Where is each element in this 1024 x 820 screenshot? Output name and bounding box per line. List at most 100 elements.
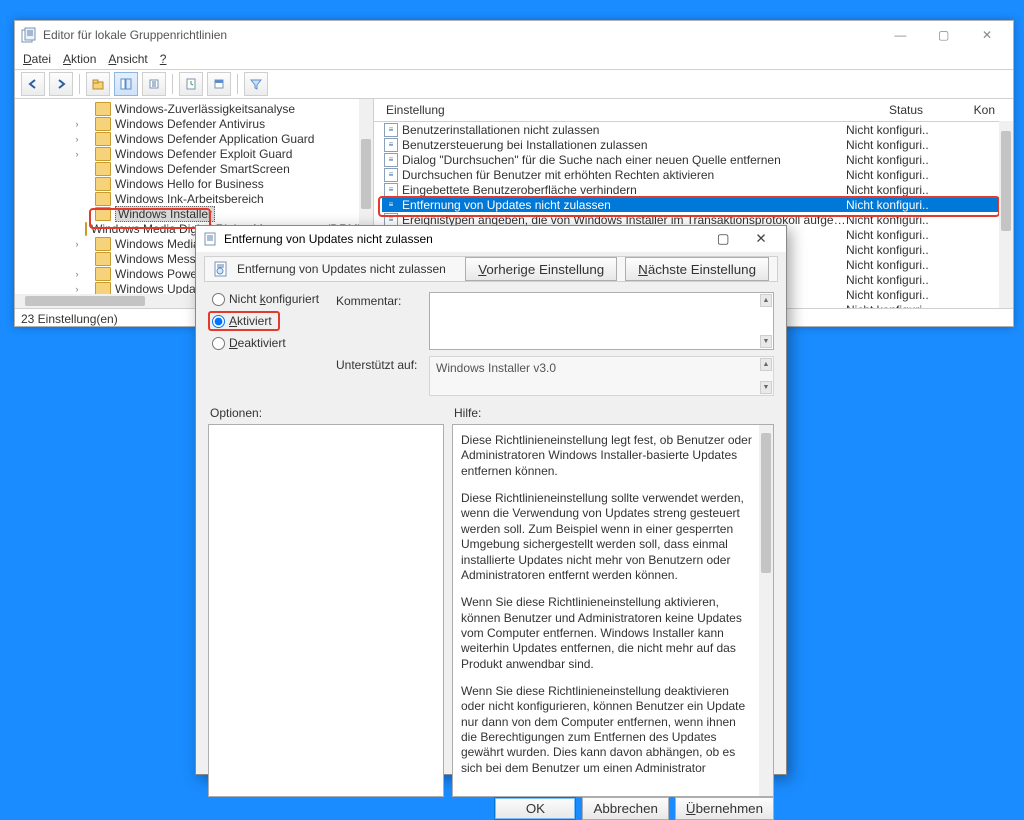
tree-item-label: Windows Defender Application Guard [115, 132, 314, 146]
supported-label: Unterstützt auf: [336, 356, 421, 372]
state-radio-group: Nicht konfiguriert Aktiviert Deaktiviert [208, 292, 322, 396]
list-row-text: Entfernung von Updates nicht zulassen [402, 198, 846, 212]
tree-item-label: Windows-Zuverlässigkeitsanalyse [115, 102, 295, 116]
radio-not-configured[interactable]: Nicht konfiguriert [212, 292, 322, 306]
help-label: Hilfe: [454, 406, 774, 420]
col-comment[interactable]: Kon [956, 103, 1013, 117]
supported-scroll[interactable]: ▲▼ [760, 358, 772, 394]
menu-action[interactable]: Aktion [63, 52, 96, 66]
folder-icon [95, 207, 111, 221]
list-row-status: Nicht konfiguri.. [846, 213, 946, 227]
comment-textarea[interactable]: ▲▼ [429, 292, 774, 350]
toolbar-properties-icon[interactable] [207, 72, 231, 96]
menubar[interactable]: Datei Aktion Ansicht ? [15, 49, 1013, 70]
dialog-titlebar[interactable]: Entfernung von Updates nicht zulassen ▢ … [196, 226, 786, 252]
list-row-text: Eingebettete Benutzeroberfläche verhinde… [402, 183, 846, 197]
list-header[interactable]: Einstellung Status Kon [374, 99, 1013, 122]
list-row[interactable]: ≡Entfernung von Updates nicht zulassenNi… [374, 197, 1013, 212]
ok-button[interactable]: OK [494, 797, 576, 820]
dialog-title: Entfernung von Updates nicht zulassen [224, 232, 433, 246]
help-text-box[interactable]: Diese Richtlinieneinstellung legt fest, … [452, 424, 774, 797]
next-setting-button[interactable]: Nächste Einstellung [625, 257, 769, 281]
dialog-close-button[interactable]: ✕ [742, 226, 780, 252]
dialog-button-row: OK Abbrechen Übernehmen [196, 797, 786, 820]
toolbar-refresh-icon[interactable] [179, 72, 203, 96]
tree-item[interactable]: › Windows Defender Application Guard [15, 131, 359, 146]
folder-icon [95, 192, 111, 206]
folder-icon [95, 117, 111, 131]
dialog-maximize-button[interactable]: ▢ [704, 226, 742, 252]
help-paragraph: Wenn Sie diese Richtlinieneinstellung ak… [461, 595, 755, 672]
menu-help[interactable]: ? [160, 52, 167, 66]
list-row-status: Nicht konfiguri.. [846, 243, 946, 257]
col-setting[interactable]: Einstellung [374, 103, 856, 117]
list-row[interactable]: ≡Benutzersteuerung bei Installationen zu… [374, 137, 1013, 152]
status-text: 23 Einstellung(en) [21, 312, 118, 326]
list-scrollbar-vertical[interactable] [999, 121, 1013, 308]
tree-item[interactable]: Windows-Zuverlässigkeitsanalyse [15, 101, 359, 116]
policy-item-icon: ≡ [384, 138, 398, 152]
col-status[interactable]: Status [856, 103, 956, 117]
list-row[interactable]: ≡Durchsuchen für Benutzer mit erhöhten R… [374, 167, 1013, 182]
list-row-status: Nicht konfiguri.. [846, 273, 946, 287]
expand-icon[interactable]: › [72, 119, 82, 129]
tree-item-label: Windows Defender Antivirus [115, 117, 265, 131]
tree-item[interactable]: Windows Ink-Arbeitsbereich [15, 191, 359, 206]
cancel-button[interactable]: Abbrechen [582, 797, 668, 820]
list-row[interactable]: ≡ Eingebettete Benutzeroberfläche verhind… [374, 182, 1013, 197]
menu-view[interactable]: Ansicht [108, 52, 147, 66]
list-row-text: Dialog "Durchsuchen" für die Suche nach … [402, 153, 846, 167]
expand-icon[interactable]: › [72, 269, 82, 279]
expand-icon[interactable]: › [72, 239, 82, 249]
folder-icon [95, 162, 111, 176]
policy-item-icon: ≡ [384, 123, 398, 137]
toolbar-filter-icon[interactable] [244, 72, 268, 96]
policy-item-icon: ≡ [384, 198, 398, 212]
radio-disabled[interactable]: Deaktiviert [212, 336, 322, 350]
tree-item[interactable]: › Windows Defender Antivirus [15, 116, 359, 131]
minimize-button[interactable]: — [880, 21, 920, 49]
expand-icon[interactable]: › [72, 134, 82, 144]
radio-enabled[interactable]: Aktiviert [212, 314, 322, 328]
maximize-button[interactable]: ▢ [924, 21, 964, 49]
policy-item-icon: ≡ [384, 183, 398, 197]
dialog-header-title: Entfernung von Updates nicht zulassen [237, 262, 457, 276]
toolbar-show-hide-icon[interactable] [114, 72, 138, 96]
tree-item[interactable]: Windows Installer [15, 206, 359, 221]
menu-file[interactable]: Datei [23, 52, 51, 66]
list-row[interactable]: ≡ Benutzerinstallationen nicht zulassenNi… [374, 122, 1013, 137]
window-title: Editor für lokale Gruppenrichtlinien [43, 28, 227, 42]
toolbar-forward-icon[interactable] [49, 72, 73, 96]
tree-item[interactable]: › Windows Defender Exploit Guard [15, 146, 359, 161]
comment-scroll[interactable]: ▲▼ [760, 294, 772, 348]
window-controls: — ▢ ✕ [880, 21, 1007, 49]
policy-icon [213, 261, 229, 277]
apply-button[interactable]: Übernehmen [675, 797, 774, 820]
list-row-status: Nicht konfiguri.. [846, 123, 946, 137]
list-row-status: Nicht konfiguri.. [846, 153, 946, 167]
tree-item[interactable]: Windows Defender SmartScreen [15, 161, 359, 176]
list-row[interactable]: ≡Dialog "Durchsuchen" für die Suche nach… [374, 152, 1013, 167]
toolbar-back-icon[interactable] [21, 72, 45, 96]
help-scrollbar[interactable] [759, 425, 773, 796]
toolbar-up-icon[interactable] [86, 72, 110, 96]
expand-icon[interactable]: › [72, 149, 82, 159]
titlebar[interactable]: Editor für lokale Gruppenrichtlinien — ▢… [15, 21, 1013, 49]
options-box[interactable] [208, 424, 444, 797]
list-row-status: Nicht konfiguri.. [846, 303, 946, 309]
tree-item[interactable]: Windows Hello for Business [15, 176, 359, 191]
tree-item-label: Windows Ink-Arbeitsbereich [115, 192, 264, 206]
close-button[interactable]: ✕ [967, 21, 1007, 49]
folder-icon [95, 252, 111, 266]
help-paragraph: Wenn Sie diese Richtlinieneinstellung de… [461, 684, 755, 776]
tree-item-label: Windows Hello for Business [115, 177, 264, 191]
toolbar-export-icon[interactable] [142, 72, 166, 96]
list-row-status: Nicht konfiguri.. [846, 168, 946, 182]
folder-icon [85, 222, 87, 236]
list-row-text: Benutzerinstallationen nicht zulassen [402, 123, 846, 137]
previous-setting-button[interactable]: Vorherige Einstellung [465, 257, 617, 281]
toolbar [15, 70, 1013, 99]
tree-item-label: Windows Defender SmartScreen [115, 162, 290, 176]
tree-item-label: Windows Defender Exploit Guard [115, 147, 292, 161]
expand-icon[interactable]: › [72, 284, 82, 294]
